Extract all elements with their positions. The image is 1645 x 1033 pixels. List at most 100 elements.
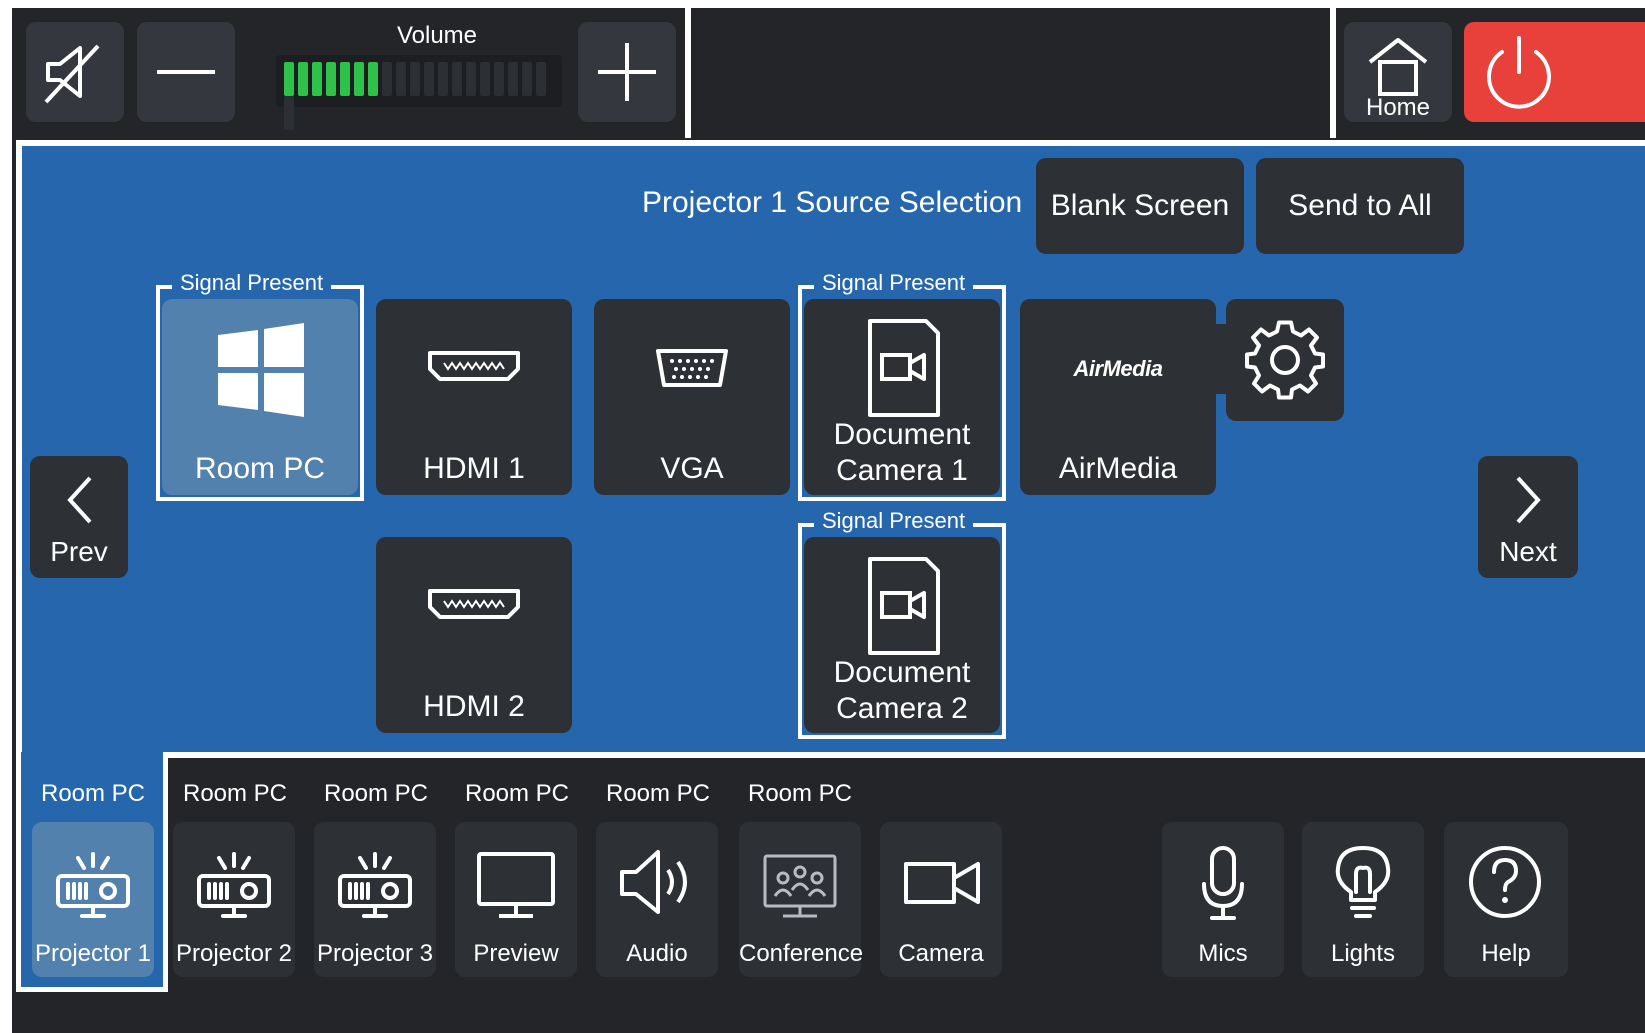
volume-segment: [312, 62, 322, 96]
volume-label: Volume: [396, 22, 478, 49]
conference-icon: [763, 854, 837, 918]
question-mark-icon: [1469, 846, 1541, 918]
airmedia-settings-button[interactable]: [1226, 299, 1344, 421]
power-icon: [1487, 36, 1551, 109]
signal-present-label: Signal Present: [172, 269, 332, 297]
preview-button[interactable]: Preview: [455, 822, 577, 977]
source-hdmi-1[interactable]: HDMI 1: [376, 299, 572, 495]
top-divider: [1330, 8, 1336, 138]
page-title: Projector 1 Source Selection: [642, 186, 1023, 219]
blank-screen-button[interactable]: Blank Screen: [1036, 158, 1244, 254]
button-label: Projector 1: [34, 940, 152, 967]
vga-port-icon: [656, 349, 728, 387]
projector-icon: [197, 852, 271, 918]
chevron-right-icon: [1516, 476, 1541, 524]
button-label: Lights: [1330, 940, 1396, 967]
source-label-line1: Document: [833, 418, 971, 451]
source-label: VGA: [660, 452, 724, 485]
audio-button[interactable]: Audio: [596, 822, 718, 977]
source-label-line2: Camera 2: [836, 692, 968, 725]
button-label: Preview: [473, 940, 559, 967]
display-source-caption: Room PC: [747, 780, 853, 807]
next-button[interactable]: Next: [1478, 456, 1578, 578]
home-button[interactable]: Home: [1344, 22, 1452, 122]
windows-icon: [218, 323, 304, 417]
volume-segment: [284, 96, 294, 130]
source-hdmi-2[interactable]: HDMI 2: [376, 537, 572, 733]
source-document-camera-1[interactable]: Document Camera 1: [804, 299, 1000, 495]
touch-panel: Volume Home Projector 1 Source Selection…: [12, 8, 1645, 1033]
projector-3-button[interactable]: Projector 3: [314, 822, 436, 977]
home-icon: [1368, 38, 1428, 96]
microphone-icon: [1202, 846, 1244, 920]
source-room-pc[interactable]: Room PC: [162, 299, 358, 495]
projector-2-button[interactable]: Projector 2: [173, 822, 295, 977]
volume-segment: [284, 62, 294, 96]
source-vga[interactable]: VGA: [594, 299, 790, 495]
lights-button[interactable]: Lights: [1302, 822, 1424, 977]
volume-segment: [438, 62, 448, 96]
source-label-line2: Camera 1: [836, 454, 968, 487]
volume-segment: [424, 62, 434, 96]
volume-down-button[interactable]: [137, 22, 235, 122]
volume-segment: [396, 62, 406, 96]
airmedia-logo: AirMedia: [1073, 356, 1163, 381]
hdmi-port-icon: [428, 589, 520, 619]
volume-segment: [298, 62, 308, 96]
prev-button[interactable]: Prev: [30, 456, 128, 578]
button-label: Projector 2: [175, 940, 293, 967]
display-source-caption: Room PC: [605, 780, 711, 807]
monitor-icon: [477, 852, 555, 918]
volume-segment: [522, 62, 532, 96]
help-button[interactable]: Help: [1444, 822, 1568, 977]
button-label: Conference: [739, 940, 864, 967]
volume-segment: [340, 62, 350, 96]
display-source-caption: Room PC: [323, 780, 429, 807]
prev-label: Prev: [50, 536, 108, 567]
volume-up-button[interactable]: [578, 22, 676, 122]
volume-meter[interactable]: [276, 55, 562, 130]
button-label: Help: [1481, 940, 1531, 967]
volume-segment: [466, 62, 476, 96]
minus-icon: [157, 70, 215, 74]
volume-segment: [536, 62, 546, 96]
next-label: Next: [1499, 536, 1557, 567]
volume-segment: [508, 62, 518, 96]
display-source-caption: Room PC: [464, 780, 570, 807]
volume-segment: [480, 62, 490, 96]
signal-present-label: Signal Present: [814, 269, 974, 297]
display-source-caption: Room PC: [182, 780, 288, 807]
source-label: Room PC: [194, 452, 326, 485]
hdmi-port-icon: [428, 351, 520, 381]
plus-icon: [598, 43, 656, 101]
speaker-mute-icon: [44, 44, 100, 104]
volume-segment: [368, 62, 378, 96]
volume-segment: [326, 62, 336, 96]
button-label: Camera: [898, 940, 984, 967]
conference-button[interactable]: Conference: [739, 822, 864, 977]
source-airmedia[interactable]: AirMedia AirMedia: [1020, 299, 1216, 495]
mics-button[interactable]: Mics: [1162, 822, 1284, 977]
volume-segment: [382, 62, 392, 96]
source-document-camera-2[interactable]: Document Camera 2: [804, 537, 1000, 733]
button-label: Mics: [1198, 940, 1248, 967]
speaker-icon: [620, 850, 687, 914]
signal-present-label: Signal Present: [814, 507, 974, 535]
source-label: HDMI 1: [423, 452, 525, 485]
power-button[interactable]: [1464, 22, 1645, 122]
projector-1-button[interactable]: Projector 1: [32, 822, 154, 977]
button-label: Projector 3: [316, 940, 434, 967]
mute-button[interactable]: [26, 22, 124, 122]
gear-icon: [1245, 320, 1325, 400]
source-selection-panel: Projector 1 Source Selection Blank Scree…: [16, 140, 1645, 790]
top-divider: [685, 8, 691, 138]
bottom-top-border: [162, 752, 1645, 758]
source-label: AirMedia: [1058, 452, 1178, 485]
home-label: Home: [1365, 94, 1431, 121]
volume-segment: [494, 62, 504, 96]
bottom-nav-bar: Room PC Room PC Room PC Room PC Room PC …: [12, 752, 1645, 1033]
volume-segment: [410, 62, 420, 96]
document-camera-icon: [868, 319, 940, 417]
camera-button[interactable]: Camera: [880, 822, 1002, 977]
send-to-all-button[interactable]: Send to All: [1256, 158, 1464, 254]
